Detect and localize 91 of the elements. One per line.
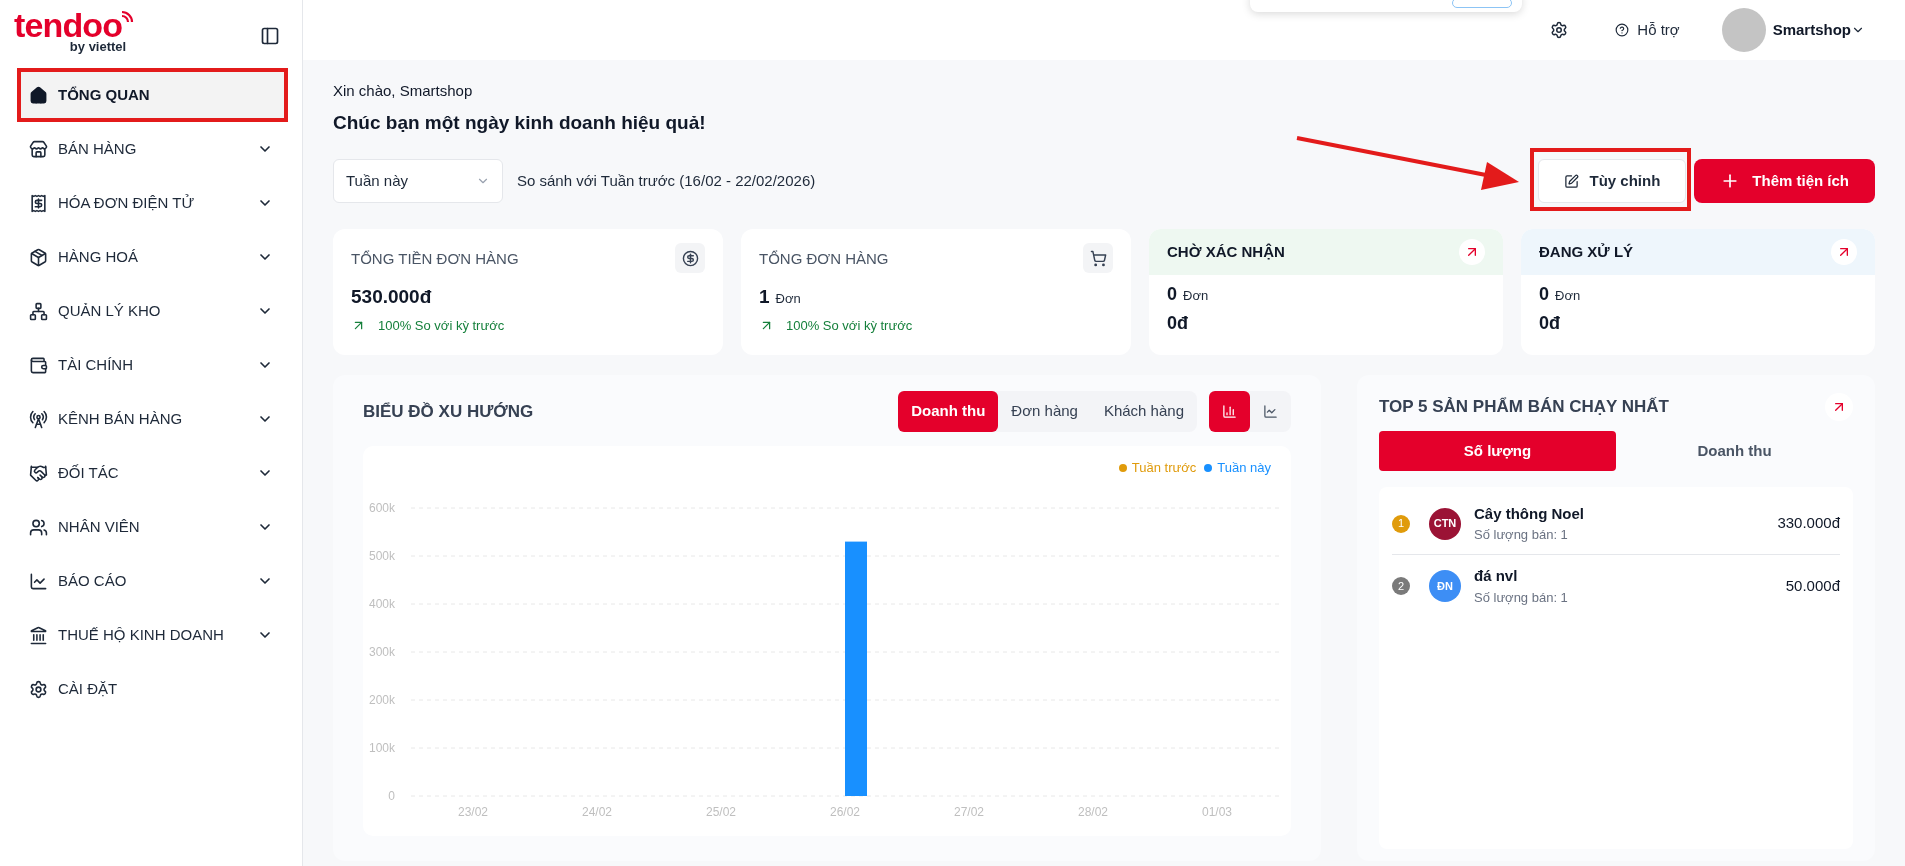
card-amount: 0đ [1539,313,1560,333]
edit-icon [1564,173,1580,189]
y-tick-label: 300k [368,644,395,659]
chart-tab[interactable]: Khách hàng [1090,391,1197,432]
card-value: 0 [1167,283,1177,306]
legend-label: Tuần trước [1131,459,1197,477]
network-icon [29,301,48,321]
nav-item[interactable]: HÓA ĐƠN ĐIỆN TỬ [17,176,285,230]
nav-item[interactable]: TÀI CHÍNH [17,338,285,392]
panel-title: BIỂU ĐỒ XU HƯỚNG [363,400,535,423]
trend-text: 100% So với kỳ trước [786,316,913,335]
avatar [1721,8,1766,52]
card-amount: 0đ [1167,313,1188,333]
y-tick-label: 0 [388,788,395,803]
help-icon [1615,23,1630,37]
card-title: ĐANG XỬ LÝ [1539,241,1634,262]
receipt-icon [29,193,48,213]
store-icon [29,139,48,159]
people-icon [29,517,48,537]
product-name: Cây thông Noel [1474,503,1585,524]
coin-icon[interactable] [675,243,705,273]
bank-icon [29,625,48,645]
wallet-icon [29,355,48,375]
antenna-icon [29,409,48,429]
y-tick-label: 200k [368,692,395,707]
x-tick-label: 27/02 [954,804,984,819]
y-tick-label: 600k [368,500,395,515]
open-link-icon[interactable] [1825,393,1853,421]
nav-item[interactable]: ĐỐI TÁC [17,446,285,500]
card-value: 530.000đ [351,285,432,309]
settings-icon[interactable] [1550,21,1569,39]
chart-tab[interactable]: Đơn hàng [998,391,1091,432]
product-avatar: ĐN [1429,570,1461,602]
nav-item[interactable]: BÁN HÀNG [17,122,285,176]
product-name: đá nvl [1474,566,1519,586]
card-unit: Đơn [775,290,801,308]
period-select[interactable]: Tuần này [333,159,503,203]
card-value: 0 [1539,283,1549,306]
nav-item[interactable]: CÀI ĐẶT [17,662,285,716]
box-icon [29,247,48,267]
nav-item[interactable]: KÊNH BÁN HÀNG [17,392,285,446]
ranking-tab[interactable]: Doanh thu [1616,431,1853,471]
x-tick-label: 01/03 [1202,804,1232,819]
x-tick-label: 28/02 [1078,804,1108,819]
x-tick-label: 25/02 [706,804,736,819]
chart-icon [29,571,48,591]
greeting-text: Xin chào, Smartshop [332,81,474,101]
nav-item[interactable]: NHÂN VIÊN [17,500,285,554]
card-value: 1 [759,285,770,309]
x-tick-label: 23/02 [458,804,488,819]
card-unit: Đơn [1183,287,1209,305]
y-tick-label: 100k [368,740,395,755]
product-amount: 330.000đ [1777,513,1840,534]
open-link-icon[interactable] [1459,239,1485,265]
y-tick-label: 500k [368,548,395,563]
compare-text: So sánh với Tuần trước (16/02 - 22/02/2026) [517,170,817,191]
house-icon [29,85,48,105]
headline: Chúc bạn một ngày kinh doanh hiệu quả! [332,110,707,135]
product-sold: Số lượng bán: 1 [1474,588,1569,607]
ranking-tab[interactable]: Số lượng [1379,431,1616,471]
product-amount: 50.000đ [1785,575,1840,596]
user-menu[interactable]: Smartshop [1721,8,1865,52]
cart-icon[interactable] [1083,243,1113,273]
x-tick-label: 26/02 [830,804,860,819]
handshake-icon [29,463,48,483]
open-link-icon[interactable] [1831,239,1857,265]
brand-logo: tendoo by viettel [14,8,135,53]
card-unit: Đơn [1555,287,1581,305]
rank-badge: 2 [1392,577,1410,595]
product-sold: Số lượng bán: 1 [1474,526,1569,544]
add-widget-button[interactable]: Thêm tiện ích [1694,159,1875,203]
customize-button[interactable]: Tùy chỉnh [1538,159,1687,203]
gear-icon [29,679,48,699]
rank-badge: 1 [1392,514,1410,533]
legend-label: Tuần này [1217,459,1271,477]
nav-item[interactable]: QUẢN LÝ KHO [17,284,285,338]
card-title: TỔNG TIỀN ĐƠN HÀNG [351,249,519,269]
card-title: TỔNG ĐƠN HÀNG [759,249,889,269]
nav-item[interactable]: HÀNG HOÁ [17,230,285,284]
chart-tab[interactable]: Doanh thu [898,391,999,432]
x-tick-label: 24/02 [582,804,612,819]
nav-item[interactable]: BÁO CÁO [17,554,285,608]
trend-text: 100% So với kỳ trước [378,316,505,335]
nav-item[interactable]: THUẾ HỘ KINH DOANH [17,608,285,662]
product-avatar: CTN [1429,507,1461,540]
collapse-icon[interactable] [260,26,280,46]
help-link[interactable]: Hỗ trợ [1615,18,1680,42]
panel-title: TOP 5 SẢN PHẨM BÁN CHẠY NHẤT [1379,396,1669,419]
bar-chart-icon[interactable] [1209,391,1250,432]
y-tick-label: 400k [368,596,395,611]
card-title: CHỜ XÁC NHẬN [1167,241,1285,262]
